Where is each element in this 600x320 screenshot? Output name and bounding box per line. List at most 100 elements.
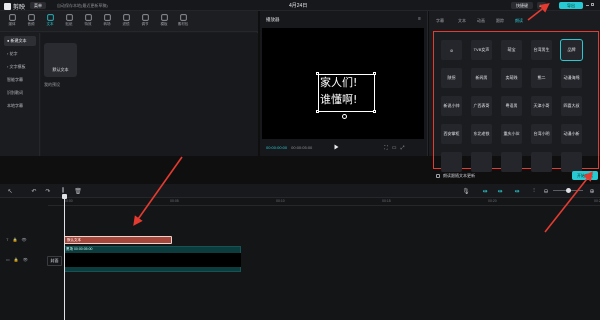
voice-tile[interactable] [501,152,522,172]
tool-transition[interactable]: 转场 [98,13,116,30]
voice-tile[interactable]: 陕拐 [441,68,462,88]
sidebar-item[interactable]: 识别歌词 [4,88,36,98]
text-track-head: T 🔒 👁 [6,237,27,242]
filter-icon [122,13,130,21]
sidebar-item[interactable]: 智能字幕 [4,75,36,85]
app-brand: 剪映 [4,2,25,11]
playhead[interactable] [64,196,65,320]
player-menu-icon[interactable]: ≡ [418,16,424,22]
voice-tile[interactable]: 广西表哥 [471,96,492,116]
tool-media[interactable]: 媒体 [3,13,21,30]
resize-handle[interactable] [373,110,376,113]
snap-icon[interactable]: ⇹ [496,187,504,195]
voice-tile[interactable]: 卖萌贱 [501,68,522,88]
text-clip[interactable]: 默认文本 [64,236,172,244]
expand-icon[interactable]: ⤢ [401,145,405,151]
align-icon[interactable]: ⫶ [530,187,538,195]
tab-4[interactable]: 朗读 [515,18,523,24]
minimize-icon[interactable] [586,5,589,6]
caption-line-1[interactable]: 家人们! [320,77,357,88]
ratio-icon[interactable]: ▭ [392,145,397,151]
lock-icon[interactable]: 🔒 [12,237,17,242]
sidebar-item[interactable]: › 花字 [4,49,36,59]
capcut-logo-icon [4,3,11,10]
tab-1[interactable]: 文本 [458,18,466,24]
voice-tile[interactable]: 台湾男生 [531,40,552,60]
redo-icon[interactable]: ↷ [44,187,52,195]
sidebar-item[interactable]: ● 新建文本 [4,36,36,46]
voice-tile[interactable]: 天津小哥 [531,96,552,116]
zoom-slider-thumb[interactable] [566,188,571,193]
playhead-handle[interactable] [62,194,67,199]
tab-2[interactable]: 动画 [477,18,485,24]
play-icon[interactable] [334,144,340,151]
voice-tile[interactable]: 重庆小伙 [501,124,522,144]
voice-tile[interactable]: 新说小帅 [441,96,462,116]
eye-icon[interactable]: 👁 [23,257,28,262]
zoom-out-icon[interactable]: ⊖ [542,187,550,195]
voice-tile[interactable] [471,152,492,172]
voice-tile[interactable] [441,152,462,172]
voice-tile[interactable]: 西安掌柜 [441,124,462,144]
voice-tile[interactable]: 动漫小新 [561,124,582,144]
lock-icon[interactable]: 🔒 [14,257,19,262]
voice-tile[interactable]: 台湾小明 [531,124,552,144]
default-text-card[interactable]: 默认文本 [44,43,77,77]
start-reading-button[interactable]: 开始朗读 [572,171,598,180]
zoom-in-icon[interactable]: ⊕ [588,187,596,195]
delete-icon[interactable]: 🗑 [74,187,82,195]
preview-axis-icon[interactable]: ⇹ [513,187,521,195]
track-type-icon: T [6,237,9,242]
tool-label: 媒体 [8,22,16,26]
resize-handle[interactable] [316,72,319,75]
pro-icon[interactable] [537,2,546,9]
tool-label: 音频 [27,22,35,26]
voice-tile[interactable]: TVB女声 [471,40,492,60]
resize-handle[interactable] [373,72,376,75]
link-icon[interactable]: ⇹ [481,187,489,195]
undo-icon[interactable]: ↶ [30,187,38,195]
tab-0[interactable]: 字幕 [436,18,444,24]
voice-tile[interactable] [561,152,582,172]
mic-icon[interactable]: 🎙 [462,187,470,195]
cover-button[interactable]: 封面 [47,256,62,266]
voice-tile[interactable]: 萌宝 [501,40,522,60]
voice-tile[interactable] [531,152,552,172]
tool-effects[interactable]: 特效 [79,13,97,30]
voice-tile[interactable]: 粤语男 [501,96,522,116]
select-cursor-icon[interactable]: ↖ [6,187,14,195]
maximize-icon[interactable] [591,3,594,6]
tool-sticker[interactable]: 贴纸 [60,13,78,30]
follow-update-checkbox[interactable] [436,174,440,178]
timeline-ruler[interactable] [48,198,600,206]
shortcut-button[interactable]: 快捷键 [511,2,533,9]
caption-line-2[interactable]: 谁懂啊! [320,94,357,105]
resize-handle[interactable] [316,110,319,113]
voice-tile[interactable]: 四喜大叔 [561,96,582,116]
fullscreen-icon[interactable]: ⛶ [384,145,388,151]
tool-text[interactable]: 文本 [41,13,59,30]
template-icon [160,13,168,21]
voice-tile[interactable]: 品牌 [560,39,583,61]
follow-update-label: 朗读跟随文本更新 [443,173,475,178]
tool-adjust[interactable]: 调节 [136,13,154,30]
window-controls[interactable] [586,3,598,8]
tool-template[interactable]: 模板 [155,13,173,30]
menu-button[interactable]: 菜单 [30,2,46,9]
export-button[interactable]: 导出 [559,2,583,9]
video-clip-label: 黑场 00:00:05:00 [66,247,93,251]
tool-filter[interactable]: 滤镜 [117,13,135,30]
eye-icon[interactable]: 👁 [21,237,26,242]
video-track-head: ▭ 🔒 👁 [6,257,28,262]
no-voice-tile[interactable]: ⊘ [441,40,462,60]
voice-tile[interactable]: 东北老铁 [471,124,492,144]
voice-tile[interactable]: 新闻男 [471,68,492,88]
sidebar-item[interactable]: › 文字模板 [4,62,36,72]
tab-3[interactable]: 跟踪 [496,18,504,24]
tool-audio[interactable]: 音频 [22,13,40,30]
tool-pack[interactable]: 素材包 [174,13,192,30]
voice-tile[interactable]: 熊二 [531,68,552,88]
sidebar-item[interactable]: 本地字幕 [4,101,36,111]
voice-tile[interactable]: 动漫海绵 [561,68,582,88]
rotate-handle-icon[interactable] [342,114,347,119]
